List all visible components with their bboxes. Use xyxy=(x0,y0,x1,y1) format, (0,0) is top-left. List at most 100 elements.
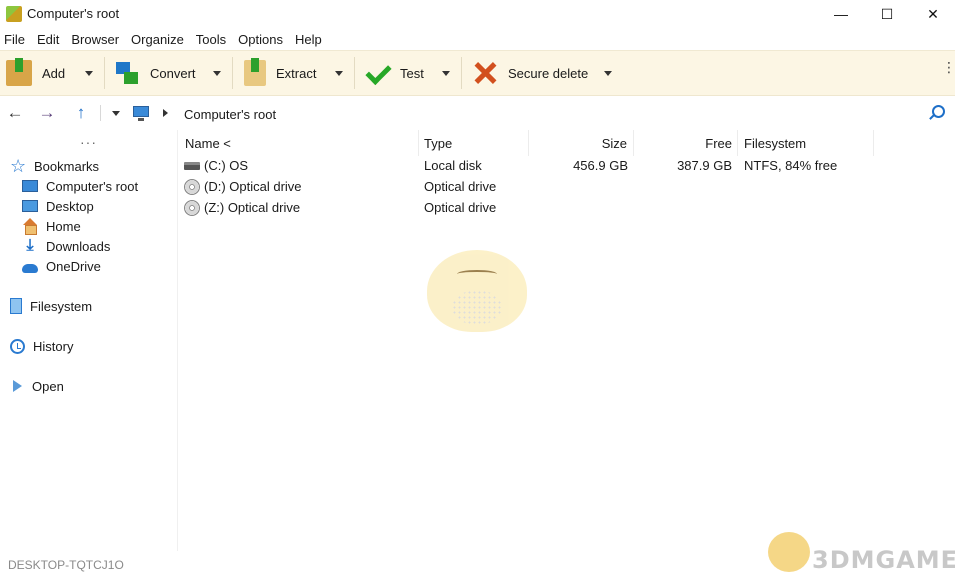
column-header-size[interactable]: Size xyxy=(529,130,634,156)
search-icon[interactable] xyxy=(932,105,945,118)
sidebar-filesystem-label: Filesystem xyxy=(30,298,93,314)
row-size: 456.9 GB xyxy=(573,158,628,173)
address-separator xyxy=(100,105,101,121)
convert-label: Convert xyxy=(150,65,196,81)
column-header-filesystem[interactable]: Filesystem xyxy=(738,130,874,156)
watermark-text: 3DMGAME xyxy=(812,546,955,574)
home-icon xyxy=(22,218,38,235)
window-title: Computer's root xyxy=(27,6,120,21)
optical-disc-icon xyxy=(184,178,200,195)
extract-dropdown-icon[interactable] xyxy=(335,71,343,76)
cloud-icon xyxy=(22,264,38,273)
table-row[interactable]: (Z:) Optical drive Optical drive xyxy=(179,197,955,218)
sidebar-item-label: OneDrive xyxy=(46,258,101,274)
toolbar-separator xyxy=(104,57,105,89)
address-bar: ← → ↑ Computer's root xyxy=(0,97,955,129)
row-name-cell: (D:) Optical drive xyxy=(184,176,302,197)
menu-options[interactable]: Options xyxy=(238,32,289,47)
menu-organize[interactable]: Organize xyxy=(131,32,190,47)
star-icon: ☆ xyxy=(10,156,27,176)
site-watermark: 3DMGAME xyxy=(768,530,955,578)
add-button[interactable]: Add xyxy=(6,51,65,95)
sidebar-history-label: History xyxy=(33,338,74,354)
toolbar: Add Convert Extract Test Secure delete ⋮ xyxy=(0,50,955,96)
checkmark-icon xyxy=(364,60,390,86)
add-label: Add xyxy=(42,65,66,81)
close-button[interactable]: ✕ xyxy=(910,0,955,28)
computer-icon xyxy=(22,180,38,192)
optical-disc-icon xyxy=(184,199,200,216)
breadcrumb-path[interactable]: Computer's root xyxy=(184,107,276,122)
sidebar-item-desktop[interactable]: Desktop xyxy=(22,196,94,216)
sidebar-item-label: Downloads xyxy=(46,238,111,254)
row-name: (C:) OS xyxy=(204,158,249,173)
filesystem-icon xyxy=(10,298,22,314)
extract-button[interactable]: Extract xyxy=(244,51,316,95)
breadcrumb-chevron-icon[interactable] xyxy=(163,109,168,117)
table-row[interactable]: (D:) Optical drive Optical drive xyxy=(179,176,955,197)
sidebar-filesystem[interactable]: Filesystem xyxy=(10,296,92,316)
computer-icon xyxy=(133,106,149,121)
sidebar-item-label: Desktop xyxy=(46,198,94,214)
extract-label: Extract xyxy=(276,65,317,81)
up-arrow-icon[interactable]: ↑ xyxy=(70,103,92,123)
sidebar-item-label: Computer's root xyxy=(46,178,139,194)
menu-file[interactable]: File xyxy=(4,32,31,47)
test-dropdown-icon[interactable] xyxy=(442,71,450,76)
sidebar-open[interactable]: Open xyxy=(10,376,64,396)
menu-browser[interactable]: Browser xyxy=(71,32,125,47)
column-header-free[interactable]: Free xyxy=(634,130,738,156)
column-header-name[interactable]: Name < xyxy=(179,130,419,156)
add-dropdown-icon[interactable] xyxy=(85,71,93,76)
maximize-button[interactable]: ☐ xyxy=(864,0,910,28)
clock-icon xyxy=(10,338,25,354)
mascot-watermark-image xyxy=(427,250,527,332)
row-name: (D:) Optical drive xyxy=(204,179,302,194)
test-button[interactable]: Test xyxy=(364,51,424,95)
row-filesystem: NTFS, 84% free xyxy=(744,158,838,173)
toolbar-more-icon[interactable]: ⋮ xyxy=(942,60,955,74)
desktop-icon xyxy=(22,200,38,212)
sidebar: ··· ☆ Bookmarks Computer's root Desktop … xyxy=(0,130,178,551)
sidebar-menu-dots[interactable]: ··· xyxy=(80,134,97,150)
menu-tools[interactable]: Tools xyxy=(196,32,232,47)
secure-delete-button[interactable]: Secure delete xyxy=(472,51,588,95)
convert-button[interactable]: Convert xyxy=(114,51,196,95)
sidebar-item-downloads[interactable]: ⤓ Downloads xyxy=(22,236,110,256)
file-list: Name < Type Size Free Filesystem (C:) OS… xyxy=(179,130,955,551)
watermark-bird-icon xyxy=(768,532,810,572)
menu-bar: File Edit Browser Organize Tools Options… xyxy=(0,28,955,50)
sidebar-item-onedrive[interactable]: OneDrive xyxy=(22,256,101,276)
sidebar-item-home[interactable]: Home xyxy=(22,216,81,236)
toolbar-separator xyxy=(354,57,355,89)
secure-delete-label: Secure delete xyxy=(508,65,589,81)
sidebar-bookmarks-label: Bookmarks xyxy=(34,158,100,174)
row-type: Optical drive xyxy=(424,200,497,215)
back-arrow-icon[interactable]: ← xyxy=(4,103,26,123)
toolbar-separator xyxy=(461,57,462,89)
row-type: Optical drive xyxy=(424,179,497,194)
add-archive-icon xyxy=(6,58,32,86)
table-row[interactable]: (C:) OS Local disk 456.9 GB 387.9 GB NTF… xyxy=(179,155,955,176)
sidebar-history[interactable]: History xyxy=(10,336,73,356)
forward-arrow-icon[interactable]: → xyxy=(36,103,58,123)
menu-edit[interactable]: Edit xyxy=(37,32,65,47)
sidebar-item-label: Home xyxy=(46,218,81,234)
history-dropdown-icon[interactable] xyxy=(112,111,120,116)
row-type: Local disk xyxy=(424,158,482,173)
minimize-button[interactable]: — xyxy=(818,0,864,28)
title-bar: Computer's root — ☐ ✕ xyxy=(0,0,955,28)
download-icon: ⤓ xyxy=(26,237,34,254)
convert-icon xyxy=(114,60,140,86)
convert-dropdown-icon[interactable] xyxy=(213,71,221,76)
delete-x-icon xyxy=(472,60,498,86)
sidebar-bookmarks[interactable]: ☆ Bookmarks xyxy=(10,156,99,176)
hard-disk-icon xyxy=(184,161,200,170)
row-name-cell: (Z:) Optical drive xyxy=(184,197,300,218)
menu-help[interactable]: Help xyxy=(295,32,328,47)
play-triangle-icon xyxy=(13,380,22,392)
app-icon xyxy=(6,6,22,22)
sidebar-item-computers-root[interactable]: Computer's root xyxy=(22,176,138,196)
column-header-type[interactable]: Type xyxy=(419,130,529,156)
secure-delete-dropdown-icon[interactable] xyxy=(604,71,612,76)
